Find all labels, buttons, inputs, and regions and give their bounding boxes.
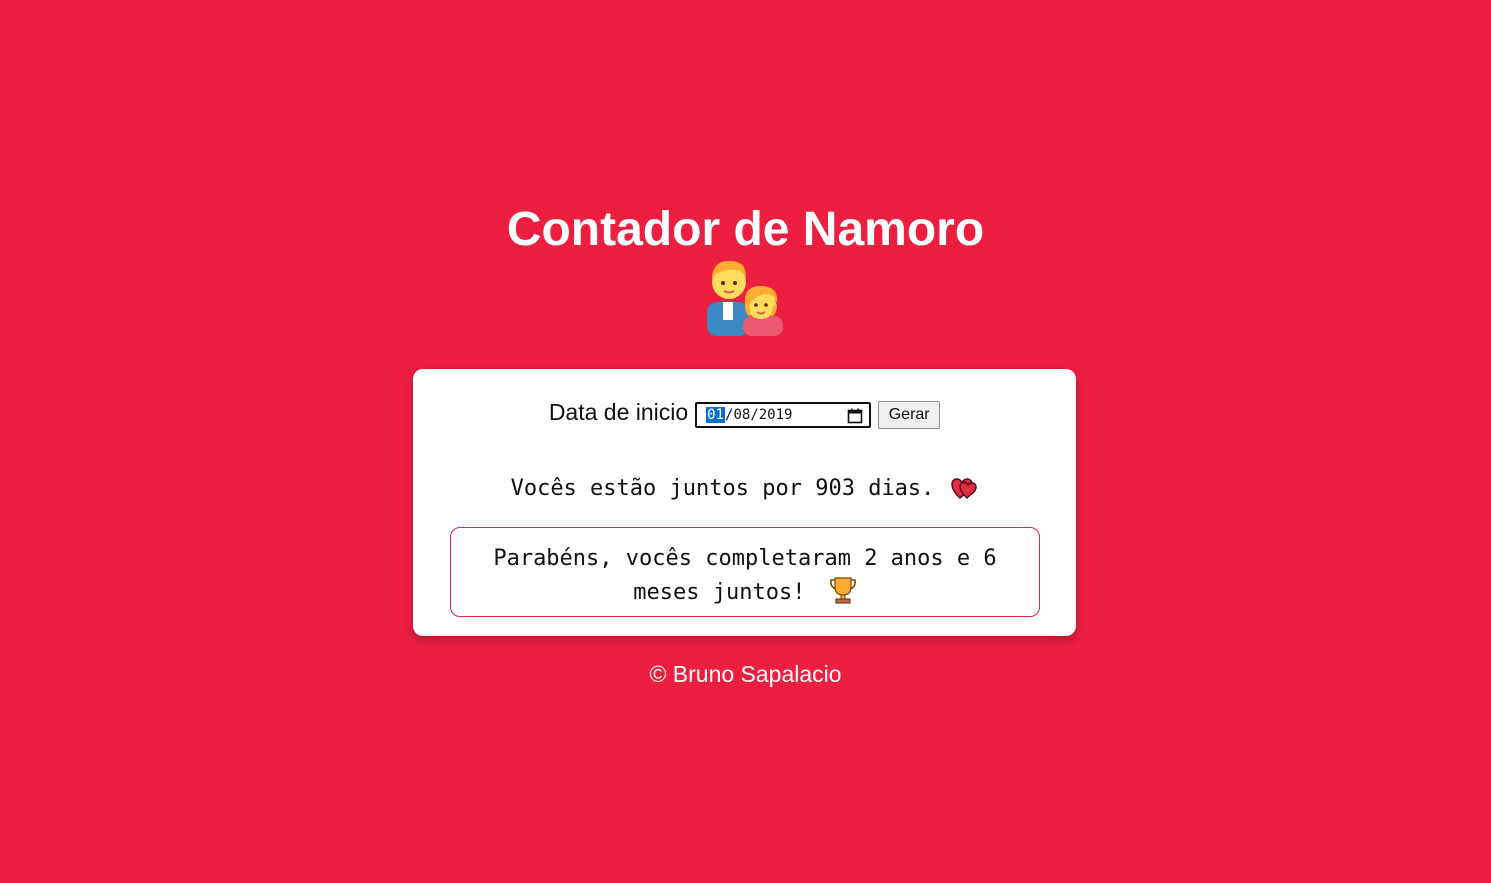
generate-button[interactable]: Gerar	[878, 401, 941, 429]
date-form: Data de inicio 01/08/2019 Gerar	[413, 398, 1076, 429]
start-date-input[interactable]: 01/08/2019	[695, 402, 872, 428]
calendar-icon[interactable]	[847, 408, 863, 424]
trophy-icon	[829, 577, 856, 604]
page: Contador de Namoro Data de inicio 01/08/…	[0, 0, 1491, 883]
date-day-segment[interactable]: 01	[706, 407, 726, 423]
days-together-label: Vocês estão juntos por 903 dias.	[510, 475, 935, 501]
heart-icon	[951, 478, 978, 500]
footer-credit: © Bruno Sapalacio	[649, 661, 842, 687]
date-label: Data de inicio	[548, 398, 689, 425]
congrats-box: Parabéns, vocês completaram 2 anos e 6 m…	[450, 527, 1040, 617]
counter-card: Data de inicio 01/08/2019 Gerar Vocês es…	[413, 369, 1076, 636]
page-title: Contador de Namoro	[506, 203, 985, 256]
days-together-text: Vocês estão juntos por 903 dias.	[413, 474, 1076, 502]
couple-icon	[707, 260, 783, 336]
congrats-text: Parabéns, vocês completaram 2 anos e 6 m…	[493, 546, 997, 605]
date-rest-segment[interactable]: /08/2019	[725, 407, 792, 423]
